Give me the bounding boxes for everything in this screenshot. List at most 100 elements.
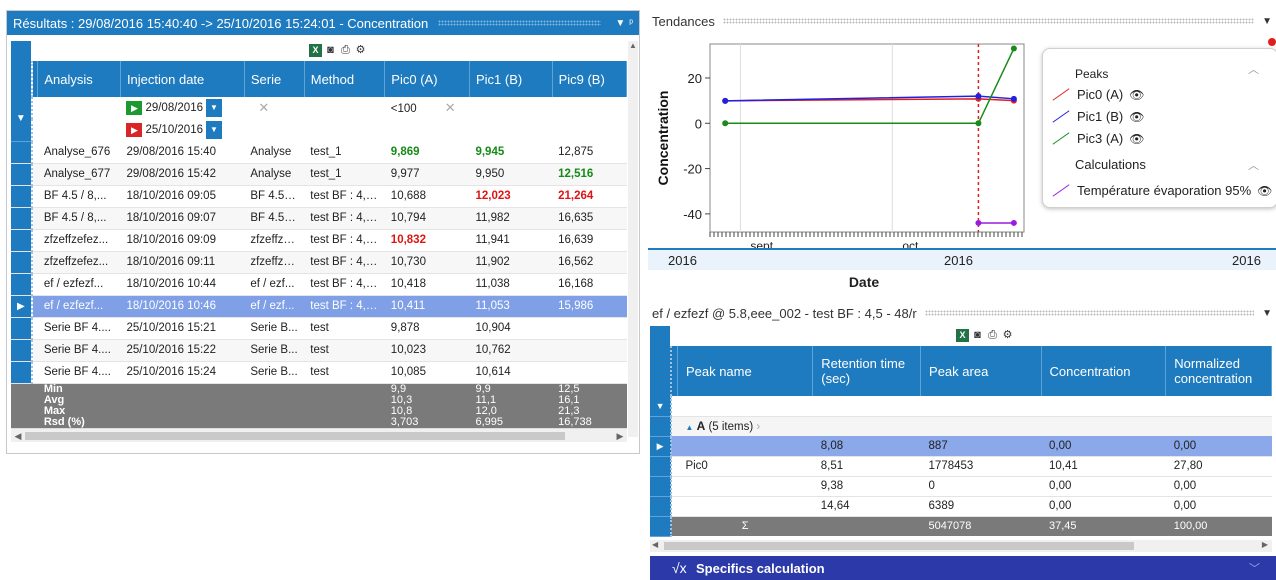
calendar-start-icon[interactable]: ▶: [126, 101, 143, 115]
table-row[interactable]: Serie BF 4.... 25/10/2016 15:24 Serie B...…: [11, 361, 627, 384]
scroll-thumb[interactable]: [25, 431, 565, 440]
pic0-filter-field[interactable]: <100: [391, 103, 417, 115]
date-from-field[interactable]: 29/08/2016: [145, 102, 203, 114]
stat-pic9: 21,3: [552, 405, 627, 417]
table-row[interactable]: Serie BF 4.... 25/10/2016 15:22 Serie B...…: [11, 339, 627, 362]
scroll-up-icon[interactable]: ▲: [628, 41, 638, 50]
table-row[interactable]: ▶ 8,08 887 0,00 0,00: [650, 436, 1272, 457]
results-horizontal-scrollbar[interactable]: ◀ ▶: [11, 427, 627, 443]
settings-icon[interactable]: ⚙: [354, 44, 367, 57]
eye-icon[interactable]: 👁: [1129, 110, 1144, 124]
camera-icon[interactable]: ◙: [324, 44, 337, 57]
print-icon[interactable]: ⎙: [339, 44, 352, 57]
row-selector[interactable]: [11, 339, 32, 362]
eye-icon[interactable]: 👁: [1129, 88, 1144, 102]
column-header-retention-time[interactable]: Retention time (sec): [812, 346, 922, 396]
excel-export-icon[interactable]: X: [309, 44, 322, 57]
table-row[interactable]: Pic0 8,51 1778453 10,41 27,80: [650, 456, 1272, 477]
row-selector[interactable]: [11, 207, 32, 230]
date-from-dropdown[interactable]: ▼: [206, 99, 222, 117]
trend-chart[interactable]: sept. oct.200-20-40Concentration: [648, 24, 1048, 250]
calendar-end-icon[interactable]: ▶: [126, 123, 143, 137]
pin-icon[interactable]: ᵖ: [629, 18, 633, 29]
column-header-injection-date[interactable]: Injection date: [120, 61, 245, 97]
date-to-dropdown[interactable]: ▼: [206, 121, 222, 139]
column-header-method[interactable]: Method: [304, 61, 386, 97]
y-tick-label: 20: [688, 71, 702, 86]
table-row[interactable]: ef / ezfezf... 18/10/2016 10:44 ef / ezf..…: [11, 273, 627, 296]
data-point: [1010, 45, 1017, 52]
legend-item-pic0[interactable]: Pic0 (A) 👁: [1051, 87, 1144, 102]
eye-icon[interactable]: 👁: [1129, 132, 1144, 146]
settings-icon[interactable]: ⚙: [1001, 329, 1014, 342]
excel-export-icon[interactable]: X: [956, 329, 969, 342]
column-header-serie[interactable]: Serie: [244, 61, 305, 97]
filter-icon[interactable]: ▼: [650, 396, 672, 417]
specifics-calculation-bar[interactable]: √x Specifics calculation ﹀: [650, 556, 1276, 580]
table-row[interactable]: Analyse_676 29/08/2016 15:40 Analyse test_1…: [11, 141, 627, 164]
table-row[interactable]: zfzeffzefez... 18/10/2016 09:09 zfzeffze..…: [11, 229, 627, 252]
column-header-normalized-concentration[interactable]: Normalized concentration: [1165, 346, 1272, 396]
cell-pic0: 10,832: [384, 229, 470, 252]
clear-date-filter-icon[interactable]: ✕: [258, 100, 269, 115]
column-header-pic1[interactable]: Pic1 (B): [469, 61, 553, 97]
column-header-pic9[interactable]: Pic9 (B): [552, 61, 628, 97]
error-indicator-icon[interactable]: [1268, 38, 1276, 46]
row-selector[interactable]: [11, 361, 32, 384]
table-row[interactable]: 9,38 0 0,00 0,00: [650, 476, 1272, 497]
date-to-field[interactable]: 25/10/2016: [145, 124, 203, 136]
row-selector[interactable]: [11, 251, 32, 274]
table-row[interactable]: Analyse_677 29/08/2016 15:42 Analyse test_1…: [11, 163, 627, 186]
scroll-right-icon[interactable]: ▶: [1262, 540, 1268, 549]
collapse-calculations-icon[interactable]: ︿: [1248, 157, 1259, 173]
table-row[interactable]: ▶ ef / ezfezf... 18/10/2016 10:46 ef / ezf.…: [11, 295, 627, 318]
legend-calculations-header: Calculations: [1075, 157, 1146, 172]
expand-chevron-icon[interactable]: ﹀: [1249, 560, 1260, 576]
legend-item-temperature[interactable]: Température évaporation 95% 👁: [1051, 183, 1272, 198]
expand-group-icon[interactable]: ▲: [685, 423, 693, 432]
row-selector[interactable]: [11, 141, 32, 164]
row-selector[interactable]: [11, 273, 32, 296]
camera-icon[interactable]: ◙: [971, 329, 984, 342]
peaks-horizontal-scrollbar[interactable]: ◀ ▶: [650, 540, 1272, 552]
cell-analysis: Serie BF 4....: [37, 361, 121, 384]
cell-pic9: 16,562: [552, 251, 627, 274]
clear-pic0-filter-icon[interactable]: ✕: [445, 100, 456, 115]
series-line-icon: [1052, 88, 1070, 101]
table-row[interactable]: Serie BF 4.... 25/10/2016 15:21 Serie B...…: [11, 317, 627, 340]
eye-icon[interactable]: 👁: [1257, 184, 1272, 198]
peaks-menu-icon[interactable]: ▼: [1262, 308, 1272, 319]
chart-legend: Peaks ︿ Pic0 (A) 👁 Pic1 (B) 👁 Pic3 (A) 👁…: [1042, 48, 1276, 208]
table-row[interactable]: BF 4.5 / 8,... 18/10/2016 09:05 BF 4.5 /..…: [11, 185, 627, 208]
scroll-left-icon[interactable]: ◀: [652, 540, 658, 549]
column-header-concentration[interactable]: Concentration: [1041, 346, 1167, 396]
collapse-peaks-icon[interactable]: ︿: [1248, 61, 1259, 77]
scroll-left-icon[interactable]: ◀: [11, 429, 25, 443]
scroll-right-icon[interactable]: ▶: [613, 429, 627, 443]
legend-item-pic1[interactable]: Pic1 (B) 👁: [1051, 109, 1144, 124]
row-selector[interactable]: [11, 185, 32, 208]
panel-menu-icon[interactable]: ▼: [615, 18, 625, 29]
group-row[interactable]: ▲ A (5 items) ›: [650, 416, 1272, 437]
print-icon[interactable]: ⎙: [986, 329, 999, 342]
results-vertical-scrollbar[interactable]: ▲: [628, 41, 638, 437]
row-selector[interactable]: [11, 317, 32, 340]
column-header-peak-name[interactable]: Peak name: [677, 346, 814, 396]
table-row[interactable]: BF 4.5 / 8,... 18/10/2016 09:07 BF 4.5 /..…: [11, 207, 627, 230]
row-selector[interactable]: [11, 229, 32, 252]
legend-item-pic3[interactable]: Pic3 (A) 👁: [1051, 131, 1144, 146]
cell-analysis: Serie BF 4....: [37, 317, 121, 340]
row-indicator-icon[interactable]: ▶: [11, 295, 32, 318]
row-selector[interactable]: [11, 163, 32, 186]
column-header-analysis[interactable]: Analysis: [37, 61, 121, 97]
scroll-thumb[interactable]: [664, 542, 1134, 550]
cell-serie: BF 4.5 /...: [244, 185, 305, 208]
column-header-peak-area[interactable]: Peak area: [920, 346, 1042, 396]
column-header-pic0[interactable]: Pic0 (A): [384, 61, 470, 97]
cell-pic9: [552, 317, 627, 340]
table-row[interactable]: zfzeffzefez... 18/10/2016 09:11 zfzeffze..…: [11, 251, 627, 274]
table-row[interactable]: 14,64 6389 0,00 0,00: [650, 496, 1272, 517]
filter-icon[interactable]: ▼: [11, 97, 32, 142]
trends-menu-icon[interactable]: ▼: [1262, 16, 1272, 27]
year-label: 2016: [944, 252, 973, 268]
